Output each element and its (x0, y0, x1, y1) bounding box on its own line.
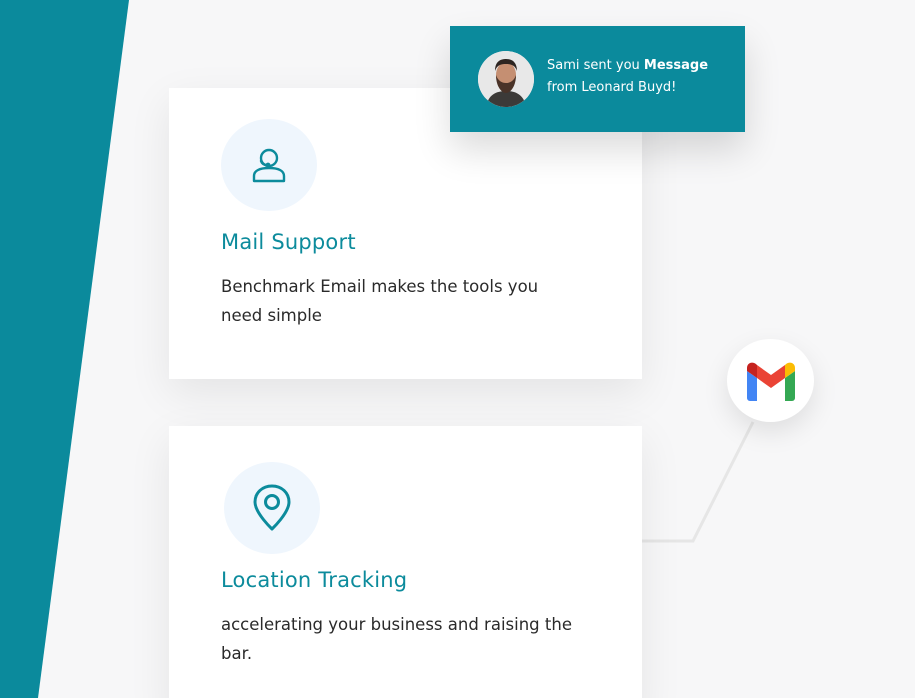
card-description: accelerating your business and raising t… (221, 615, 572, 663)
message-notification[interactable]: Sami sent you Message from Leonard Buyd! (450, 26, 745, 132)
gmail-badge[interactable] (727, 339, 814, 422)
notification-highlight: Message (643, 58, 709, 73)
support-agent-icon (252, 148, 286, 183)
feature-card-location-tracking: Location Tracking accelerating your busi… (169, 426, 642, 698)
gmail-icon (746, 362, 795, 401)
notification-text-after: from Leonard Buyd! (547, 80, 677, 95)
notification-text: Sami sent you Message from Leonard Buyd! (547, 55, 737, 99)
card-description: Benchmark Email makes the tools you need… (221, 277, 539, 325)
card-title: Mail Support (221, 230, 356, 254)
avatar (478, 51, 534, 107)
icon-circle (221, 119, 317, 211)
notification-sender: Sami (547, 58, 580, 73)
card-title: Location Tracking (221, 568, 408, 592)
icon-circle (224, 462, 320, 554)
notification-text-before: sent you (583, 58, 640, 73)
feature-section: Mail Support Benchmark Email makes the t… (0, 0, 915, 698)
location-pin-icon (253, 484, 291, 531)
